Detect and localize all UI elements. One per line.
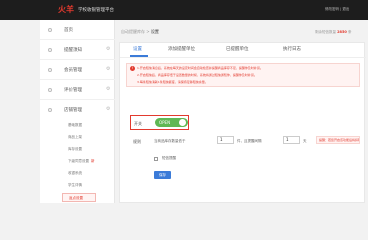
sidebar-subitem-students[interactable]: 学生详情 — [68, 183, 82, 188]
user-menu[interactable]: 修改密码 | 退出 — [325, 7, 365, 12]
rule-text-2: 件，且提醒间隔 — [237, 139, 262, 143]
sidebar-item-label: 会员管理 — [64, 68, 82, 73]
notice-line: 3.每条短信消耗1条短信额度，请保持足够短信余量。 — [137, 80, 208, 84]
sms-cost-warning: 提醒：若您开启该功能后将扣除短信 — [316, 136, 360, 144]
sms-balance: 剩余短信数量 2850 条 — [315, 30, 352, 35]
sidebar-item-store[interactable]: 店铺管理 ⚙ — [40, 100, 115, 120]
sidebar-subitem-inventory[interactable]: 库存设置 — [68, 147, 82, 152]
sidebar-item-label: 提醒须知 — [64, 48, 82, 53]
breadcrumb-current: 设置 — [150, 29, 159, 34]
toggle-state-text: OPEN — [159, 120, 171, 125]
home-icon — [48, 28, 52, 32]
sidebar-subitem-rebate[interactable]: 返点设置 — [62, 193, 96, 202]
main-content: 自动提醒库存 > 设置 剩余短信数量 2850 条 设置 添加提醒单位 已提醒单… — [115, 20, 368, 203]
sidebar-subitem-label: 下级同意设置 — [68, 159, 89, 163]
balance-unit: 条 — [348, 30, 352, 34]
gear-icon: ⚙ — [106, 66, 111, 72]
rule-text-3: 天 — [303, 139, 307, 143]
gear-icon: ⚙ — [106, 106, 111, 112]
sidebar-item-reminders[interactable]: 提醒须知 ⚙ — [40, 40, 115, 60]
sidebar-item-label: 评价管理 — [64, 88, 82, 93]
bell-icon — [48, 48, 52, 52]
system-name: 学校收银管理平台 — [78, 8, 114, 13]
toggle-knob — [179, 119, 186, 126]
tab-reminded-units[interactable]: 已提醒单位 — [226, 46, 249, 52]
sidebar-item-label: 店铺管理 — [64, 108, 82, 113]
active-tab-indicator — [130, 55, 148, 57]
sidebar-subitem-basic-data[interactable]: 基础数据 — [68, 123, 82, 128]
notice-box: ! 1.开启短信消息后，系统在每天的设定时间会自动检查并提醒商品库存不足，提醒你… — [126, 63, 360, 87]
star-icon — [48, 88, 52, 92]
sidebar-subitem-approval[interactable]: 下级同意设置新 — [68, 159, 95, 164]
tab-add-units[interactable]: 添加提醒单位 — [168, 46, 195, 52]
sidebar-item-home[interactable]: 首页 — [40, 20, 115, 40]
breadcrumb-parent[interactable]: 自动提醒库存 — [121, 29, 145, 34]
rule-label: 规则 — [133, 139, 141, 144]
stock-threshold-input[interactable]: 1 — [217, 136, 234, 144]
gear-icon: ⚙ — [106, 86, 111, 92]
balance-value: 2850 — [337, 30, 347, 34]
switch-label: 开关 — [134, 121, 142, 126]
sms-reminder-toggle[interactable]: OPEN — [155, 118, 188, 127]
new-badge: 新 — [91, 159, 95, 163]
sidebar-item-label: 首页 — [64, 28, 73, 33]
settings-panel: 设置 添加提醒单位 已提醒单位 执行日志 ! 1.开启短信消息后，系统在每天的设… — [119, 42, 366, 203]
user-icon — [48, 68, 52, 72]
info-icon: ! — [130, 66, 135, 71]
sidebar-item-reviews[interactable]: 评价管理 ⚙ — [40, 80, 115, 100]
tab-execution-log[interactable]: 执行日志 — [283, 46, 301, 52]
notice-line: 2.开启短信后，商品库存低于设置数量的时候，系统将通过短信通知你，提醒你及时补货… — [137, 73, 257, 77]
balance-label: 剩余短信数量 — [315, 30, 336, 34]
sidebar: 首页 提醒须知 ⚙ 会员管理 ⚙ 评价管理 ⚙ 店铺管理 ⚙ 基础数据 商品上架… — [40, 20, 115, 203]
rule-text-1: 当商品库存数量低于 — [154, 139, 186, 143]
sidebar-item-members[interactable]: 会员管理 ⚙ — [40, 60, 115, 80]
store-icon — [48, 108, 52, 112]
sms-reminder-checkbox[interactable] — [154, 157, 158, 161]
save-button[interactable]: 保存 — [154, 171, 171, 179]
interval-days-input[interactable]: 1 — [283, 136, 300, 144]
tab-settings[interactable]: 设置 — [133, 46, 142, 52]
logo: 火羊 — [58, 4, 74, 14]
breadcrumb-separator: > — [146, 29, 150, 34]
tab-bar: 设置 添加提醒单位 已提醒单位 执行日志 — [120, 43, 366, 58]
notice-line: 1.开启短信消息后，系统在每天的设定时间会自动检查并提醒商品库存不足，提醒你及时… — [137, 66, 263, 70]
sidebar-subitem-products[interactable]: 商品上架 — [68, 135, 82, 140]
sidebar-subitem-cashier[interactable]: 收银系统 — [68, 171, 82, 176]
top-navigation-bar: 火羊 学校收银管理平台 修改密码 | 退出 — [0, 0, 368, 20]
breadcrumb: 自动提醒库存 > 设置 — [121, 29, 159, 35]
checkbox-label: 短信提醒 — [162, 156, 176, 160]
gear-icon: ⚙ — [106, 46, 111, 52]
